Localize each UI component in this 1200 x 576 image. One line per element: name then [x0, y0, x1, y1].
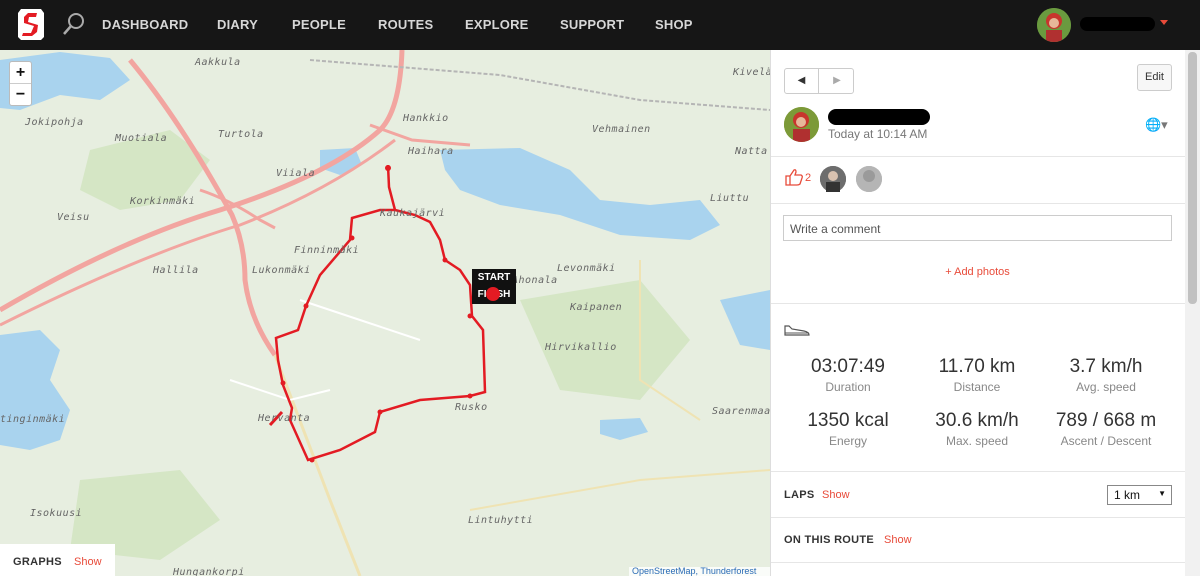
- nav-shop[interactable]: SHOP: [655, 17, 693, 32]
- user-menu-caret-icon[interactable]: [1160, 20, 1168, 25]
- nav-dashboard[interactable]: DASHBOARD: [102, 17, 188, 32]
- place-label: Kaipanen: [570, 302, 623, 313]
- place-label: Lukonmäki: [252, 265, 311, 276]
- divider: [771, 156, 1185, 157]
- laps-show-link[interactable]: Show: [822, 489, 850, 501]
- place-label: Viiala: [276, 168, 316, 179]
- prev-activity-button[interactable]: ◀: [785, 69, 819, 93]
- place-label: Veisu: [57, 212, 90, 223]
- place-label: Lintuhytti: [468, 515, 534, 526]
- stat-distance: 11.70 km Distance: [912, 356, 1042, 394]
- place-label: tinginmäki: [0, 414, 66, 425]
- divider: [771, 203, 1185, 204]
- graphs-toggle: GRAPHS Show: [0, 544, 115, 576]
- next-activity-button[interactable]: ▶: [820, 69, 854, 93]
- place-label: Isokuusi: [30, 508, 83, 519]
- on-this-route-label: ON THIS ROUTE: [784, 534, 875, 546]
- like-count: 2: [805, 172, 812, 184]
- place-label: Kivelä: [733, 67, 770, 78]
- place-label: Muotiala: [115, 133, 168, 144]
- chevron-down-icon: ▼: [1158, 489, 1166, 498]
- stat-label: Distance: [953, 380, 1001, 394]
- start-label: START: [477, 272, 511, 283]
- nav-explore[interactable]: EXPLORE: [465, 17, 529, 32]
- place-label: Rusko: [455, 402, 488, 413]
- sports-tracker-logo-icon[interactable]: [17, 7, 45, 41]
- laps-label: LAPS: [784, 489, 815, 501]
- graphs-label: GRAPHS: [13, 556, 62, 568]
- place-label: Hervanta: [258, 413, 311, 424]
- nav-people[interactable]: PEOPLE: [292, 17, 346, 32]
- search-icon[interactable]: [62, 12, 86, 36]
- liker-avatar[interactable]: [856, 166, 882, 192]
- nav-support[interactable]: SUPPORT: [560, 17, 624, 32]
- divider: [771, 517, 1185, 518]
- place-label: Jokipohja: [25, 117, 84, 128]
- privacy-globe-icon[interactable]: 🌐▾: [1145, 117, 1168, 133]
- place-label: Hallila: [153, 265, 199, 276]
- divider: [771, 471, 1185, 472]
- comment-input[interactable]: Write a comment: [783, 215, 1172, 241]
- nav-diary[interactable]: DIARY: [217, 17, 258, 32]
- stat-label: Duration: [825, 380, 871, 394]
- place-label: Turtola: [218, 129, 264, 140]
- stat-max-speed: 30.6 km/h Max. speed: [912, 410, 1042, 448]
- place-label: Haihara: [408, 146, 454, 157]
- stat-label: Max. speed: [945, 434, 1009, 448]
- stat-label: Avg. speed: [1076, 380, 1136, 394]
- map-attribution[interactable]: OpenStreetMap, Thunderforest: [629, 567, 770, 576]
- stat-label: Ascent / Descent: [1060, 434, 1152, 448]
- like-thumb-icon[interactable]: [784, 167, 804, 187]
- place-label: Liuttu: [710, 193, 750, 204]
- place-label: Hirvikallio: [545, 342, 617, 353]
- edit-button[interactable]: Edit: [1137, 64, 1172, 91]
- activity-navigation: ◀ ▶: [784, 68, 854, 94]
- stat-value: 789 / 668 m: [1055, 410, 1157, 431]
- user-name-redacted[interactable]: [1080, 17, 1155, 31]
- place-label: Natta: [735, 146, 768, 157]
- route-map[interactable]: + − Aakkula Kivelä Hankkio Jokipohja Muo…: [0, 50, 770, 576]
- place-label: Levonmäki: [557, 263, 616, 274]
- on-this-route-show-link[interactable]: Show: [884, 534, 912, 546]
- stat-label: Energy: [828, 434, 868, 448]
- stat-avg-speed: 3.7 km/h Avg. speed: [1041, 356, 1171, 394]
- stat-energy: 1350 kcal Energy: [783, 410, 913, 448]
- scrollbar-thumb[interactable]: [1188, 52, 1197, 304]
- activity-user-avatar[interactable]: [784, 107, 819, 142]
- stat-value: 30.6 km/h: [935, 410, 1019, 431]
- laps-interval-select[interactable]: 1 km ▼: [1107, 485, 1172, 505]
- map-canvas[interactable]: [0, 50, 770, 576]
- stat-value: 11.70 km: [938, 356, 1016, 377]
- place-label: Saarenmaa: [712, 406, 770, 417]
- zoom-in-button[interactable]: +: [10, 62, 31, 84]
- divider: [771, 562, 1185, 563]
- place-label: Aakkula: [195, 57, 241, 68]
- laps-select-value: 1 km: [1114, 488, 1141, 502]
- heart-icon: [486, 287, 500, 301]
- zoom-control: + −: [9, 61, 32, 106]
- add-photos-link[interactable]: + Add photos: [770, 266, 1185, 278]
- activity-user-name-redacted[interactable]: [828, 109, 930, 125]
- zoom-out-button[interactable]: −: [10, 84, 31, 106]
- place-label: Hungankorpi: [173, 567, 245, 576]
- place-label: Korkinmäki: [130, 196, 196, 207]
- stat-value: 3.7 km/h: [1069, 356, 1143, 377]
- stat-value: 03:07:49: [811, 356, 885, 377]
- top-navbar: DASHBOARD DIARY PEOPLE ROUTES EXPLORE SU…: [0, 0, 1200, 50]
- stat-duration: 03:07:49 Duration: [783, 356, 913, 394]
- place-label: Hankkio: [403, 113, 449, 124]
- place-label: Ahonala: [512, 275, 558, 286]
- place-label: Finninmäki: [294, 245, 360, 256]
- divider: [771, 303, 1185, 304]
- liker-avatar[interactable]: [820, 166, 846, 192]
- place-label: Kaukajärvi: [380, 208, 446, 219]
- nav-routes[interactable]: ROUTES: [378, 17, 433, 32]
- graphs-show-link[interactable]: Show: [74, 556, 102, 568]
- stat-ascent-descent: 789 / 668 m Ascent / Descent: [1041, 410, 1171, 448]
- activity-time: Today at 10:14 AM: [828, 127, 928, 141]
- stat-value: 1350 kcal: [807, 410, 889, 431]
- shoe-icon: [784, 325, 810, 336]
- place-label: Vehmainen: [592, 124, 651, 135]
- user-avatar[interactable]: [1037, 8, 1071, 42]
